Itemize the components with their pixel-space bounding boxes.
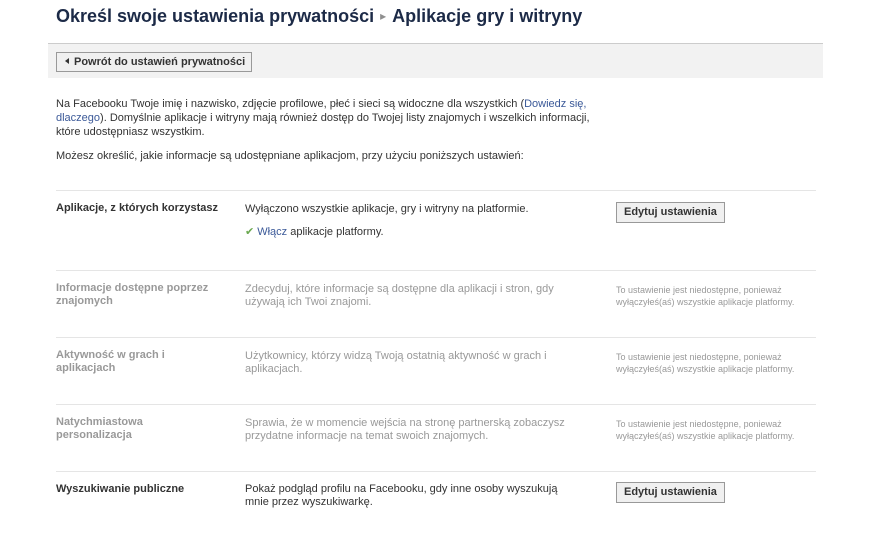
row-desc-game-app-activity: Użytkownicy, którzy widzą Twoją ostatnią… [245, 350, 547, 375]
intro-paragraph-1: Na Facebooku Twoje imię i nazwisko, zdję… [56, 97, 611, 139]
row-label-info-via-friends: Informacje dostępne poprzez znajomych [56, 282, 209, 307]
row-note-unavailable: To ustawienie jest niedostępne, ponieważ… [616, 419, 795, 441]
edit-settings-button-public-search[interactable]: Edytuj ustawienia [616, 482, 725, 503]
page-title-sub: Aplikacje gry i witryny [392, 6, 583, 26]
row-note-unavailable: To ustawienie jest niedostępne, ponieważ… [616, 352, 795, 374]
row-divider [56, 190, 816, 191]
chevron-left-icon [65, 58, 69, 64]
row-divider [56, 337, 816, 338]
page-title: Określ swoje ustawienia prywatności ▸ Apli… [56, 6, 582, 27]
row-label-game-app-activity: Aktywność w grach i aplikacjach [56, 349, 165, 374]
enable-platform-text: aplikacje platformy. [287, 226, 384, 238]
row-desc-apps-you-use: Wyłączono wszystkie aplikacje, gry i wit… [245, 203, 529, 215]
row-label-apps-you-use: Aplikacje, z których korzystasz [56, 202, 219, 214]
intro-paragraph-2: Możesz określić, jakie informacje są udo… [56, 150, 524, 162]
row-desc-public-search: Pokaż podgląd profilu na Facebooku, gdy … [245, 483, 558, 508]
row-divider [56, 471, 816, 472]
breadcrumb-separator-icon: ▸ [380, 9, 387, 23]
toolbar: Powrót do ustawień prywatności [48, 43, 823, 78]
enable-platform-line: ✔ Włącz aplikacje platformy. [245, 226, 384, 239]
back-to-privacy-button[interactable]: Powrót do ustawień prywatności [56, 52, 253, 72]
row-divider [56, 404, 816, 405]
edit-settings-button-apps[interactable]: Edytuj ustawienia [616, 202, 725, 223]
intro-text-part1: Na Facebooku Twoje imię i nazwisko, zdję… [56, 98, 525, 110]
intro-text: Na Facebooku Twoje imię i nazwisko, zdję… [56, 97, 611, 173]
row-label-instant-personalization: Natychmiastowa personalizacja [56, 416, 143, 441]
row-label-public-search: Wyszukiwanie publiczne [56, 483, 185, 495]
row-desc-instant-personalization: Sprawia, że w momencie wejścia na stronę… [245, 417, 565, 442]
row-desc-info-via-friends: Zdecyduj, które informacje są dostępne d… [245, 283, 554, 308]
checkmark-icon: ✔ [245, 226, 255, 238]
intro-text-part2: ). Domyślnie aplikacje i witryny mają ró… [56, 112, 590, 138]
row-divider [56, 270, 816, 271]
row-note-unavailable: To ustawienie jest niedostępne, ponieważ… [616, 285, 795, 307]
back-button-label: Powrót do ustawień prywatności [74, 56, 246, 68]
enable-platform-link[interactable]: Włącz [257, 226, 287, 238]
page-title-main: Określ swoje ustawienia prywatności [56, 6, 375, 26]
